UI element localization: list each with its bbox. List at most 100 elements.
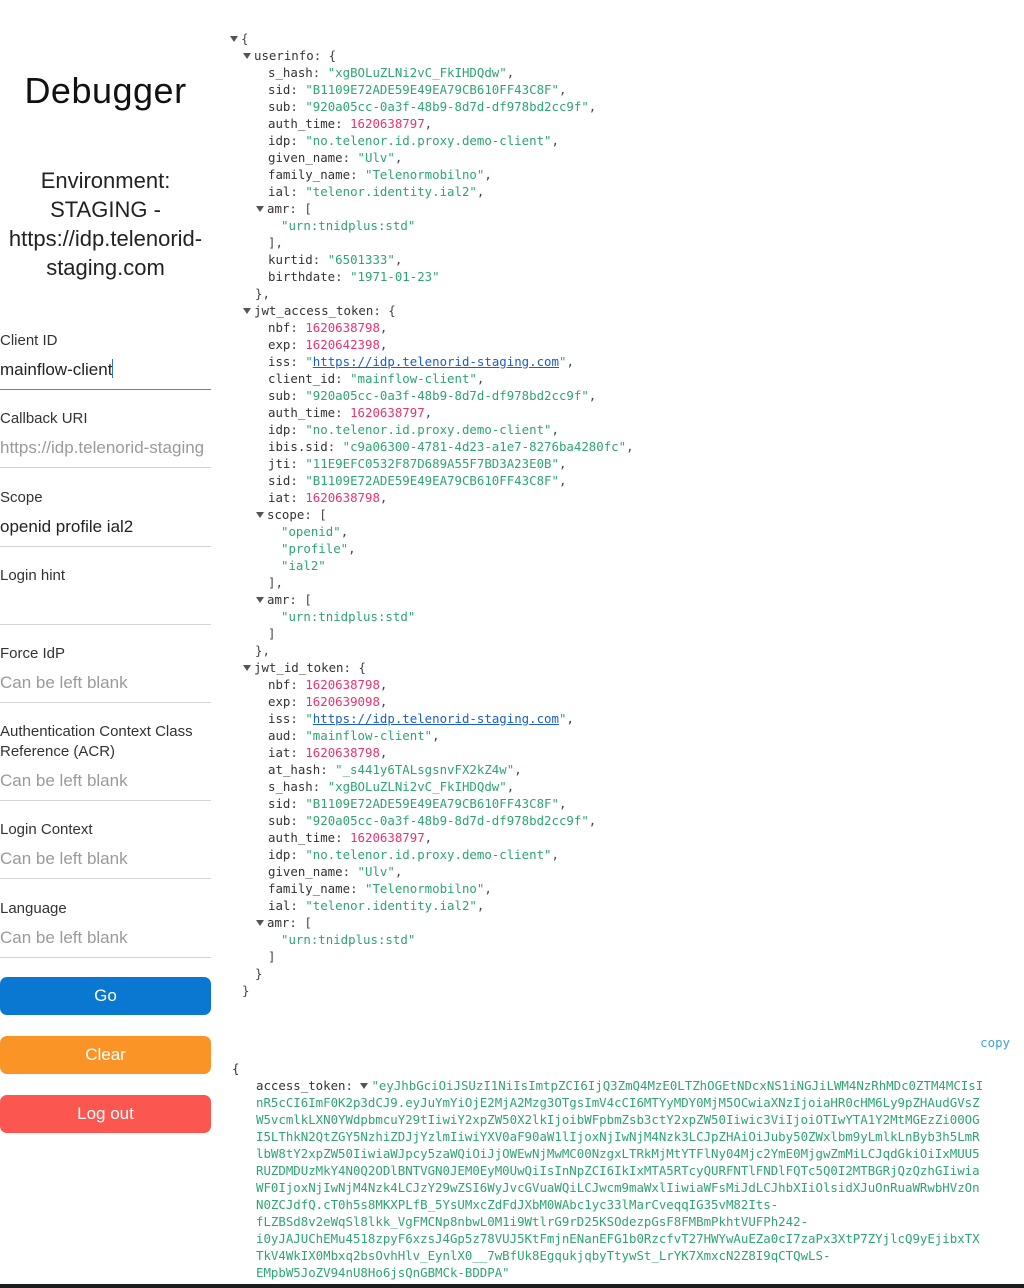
json-string-value: "profile" [281, 541, 349, 556]
json-line: ial: "telenor.identity.ial2", [230, 897, 1020, 914]
callback-uri-input[interactable]: https://idp.telenorid-staging [0, 437, 211, 459]
go-button[interactable]: Go [0, 977, 211, 1015]
json-key: given_name [268, 150, 343, 165]
json-key: amr [267, 915, 290, 930]
collapse-toggle-icon[interactable] [256, 512, 264, 518]
collapse-toggle-icon[interactable] [256, 206, 264, 212]
json-punctuation: ], [268, 235, 283, 250]
json-key: sub [268, 388, 291, 403]
json-comma: , [484, 881, 492, 896]
json-number-value: 1620638798 [305, 677, 380, 692]
json-line: given_name: "Ulv", [230, 863, 1020, 880]
json-line: amr: [ [230, 914, 1020, 931]
collapse-toggle-icon[interactable] [230, 36, 238, 42]
json-comma: , [379, 490, 388, 505]
json-line: aud: "mainflow-client", [230, 727, 1020, 744]
token-key: access_token [256, 1078, 346, 1093]
json-colon: : [290, 728, 306, 743]
json-punctuation: [ [304, 915, 312, 930]
json-string-value: "mainflow-client" [305, 728, 433, 743]
token-open-brace: { [232, 1061, 240, 1076]
input-underline [0, 702, 211, 703]
json-colon: : [335, 371, 351, 386]
json-comma: , [394, 252, 403, 267]
acr-label: Authentication Context Class Reference (A… [0, 723, 193, 760]
json-colon: : [335, 405, 351, 420]
json-key: sid [268, 796, 291, 811]
collapse-toggle-icon[interactable] [243, 53, 251, 59]
json-line: auth_time: 1620638797, [230, 115, 1020, 132]
json-url-link[interactable]: https://idp.telenorid-staging.com [313, 354, 559, 369]
collapse-toggle-icon[interactable] [243, 665, 251, 671]
json-colon: : [290, 711, 306, 726]
login-hint-input[interactable] [0, 594, 211, 616]
json-comma: , [566, 711, 574, 726]
collapse-toggle-icon[interactable] [256, 920, 264, 926]
json-key: given_name [268, 864, 343, 879]
json-comma: , [424, 116, 433, 131]
logout-button[interactable]: Log out [0, 1095, 211, 1133]
json-string-value: "xgBOLuZLNi2vC_FkIHDQdw" [327, 65, 507, 80]
json-comma: , [558, 796, 567, 811]
collapse-toggle-icon[interactable] [360, 1083, 369, 1089]
copy-button[interactable]: copy [980, 1035, 1010, 1050]
json-key: jwt_access_token [254, 303, 374, 318]
json-colon: : [335, 116, 351, 131]
json-key: auth_time [268, 830, 336, 845]
json-line: { [230, 30, 1020, 47]
json-line: scope: [ [230, 506, 1020, 523]
access-token-line: EMpbW5JoZV94nU8Ho6jsQnGBMCk-BDDPA" [256, 1265, 510, 1280]
json-key: s_hash [268, 65, 313, 80]
access-token-line: W5vcmlkLXN0YWdpbmcuY29tIiwiY2xpZW50X2lkI… [256, 1112, 980, 1127]
json-colon: : [290, 694, 306, 709]
login-context-field: Login Context Can be left blank [0, 820, 211, 879]
json-colon: : [327, 439, 343, 454]
json-colon: : [373, 303, 389, 318]
json-line: iss: "https://idp.telenorid-staging.com"… [230, 353, 1020, 370]
json-comma: , [551, 847, 559, 862]
collapse-toggle-icon[interactable] [243, 308, 251, 314]
json-colon: : [312, 65, 328, 80]
login-context-input[interactable]: Can be left blank [0, 848, 211, 870]
force-idp-input[interactable]: Can be left blank [0, 672, 211, 694]
json-line: ial: "telenor.identity.ial2", [230, 183, 1020, 200]
language-input[interactable]: Can be left blank [0, 927, 211, 949]
json-line: nbf: 1620638798, [230, 676, 1020, 693]
language-label: Language [0, 900, 67, 917]
acr-input[interactable]: Can be left blank [0, 770, 211, 792]
scope-input[interactable]: openid profile ial2 [0, 516, 211, 538]
json-line: ] [230, 625, 1020, 642]
json-string-value: "no.telenor.id.proxy.demo-client" [305, 422, 552, 437]
json-comma: , [476, 184, 485, 199]
json-string-value: "B1109E72ADE59E49EA79CB610FF43C8F" [305, 82, 559, 97]
json-colon: : [290, 320, 306, 335]
json-string-value: "xgBOLuZLNi2vC_FkIHDQdw" [327, 779, 507, 794]
json-number-value: 1620642398 [305, 337, 380, 352]
json-key: sub [268, 99, 291, 114]
token-viewer: { access_token: "eyJhbGciOiJSUzI1NiIsImt… [232, 1060, 1022, 1281]
json-comma: , [424, 830, 433, 845]
json-punctuation: } [242, 983, 250, 998]
json-line: sub: "920a05cc-0a3f-48b9-8d7d-df978bd2cc… [230, 98, 1020, 115]
json-colon: : [290, 847, 306, 862]
json-line: iat: 1620638798, [230, 744, 1020, 761]
json-number-value: 1620638797 [350, 405, 425, 420]
json-line: amr: [ [230, 591, 1020, 608]
json-line: s_hash: "xgBOLuZLNi2vC_FkIHDQdw", [230, 778, 1020, 795]
json-comma: , [566, 354, 574, 369]
json-colon: : [290, 422, 306, 437]
json-url-link[interactable]: https://idp.telenorid-staging.com [313, 711, 559, 726]
client-id-input[interactable]: mainflow-client [0, 359, 211, 381]
json-colon: : [312, 252, 328, 267]
json-line: idp: "no.telenor.id.proxy.demo-client", [230, 846, 1020, 863]
json-number-value: 1620639098 [305, 694, 380, 709]
environment-line: https://idp.telenorid- [8, 226, 203, 251]
json-string-value: "c9a06300-4781-4d23-a1e7-8276ba4280fc" [342, 439, 627, 454]
collapse-toggle-icon[interactable] [256, 597, 264, 603]
language-field: Language Can be left blank [0, 899, 211, 958]
json-string-value: "B1109E72ADE59E49EA79CB610FF43C8F" [305, 796, 559, 811]
clear-button[interactable]: Clear [0, 1036, 211, 1074]
json-comma: , [551, 133, 559, 148]
json-colon: : [290, 99, 306, 114]
json-string-value: "_s441y6TALsgsnvFX2kZ4w" [335, 762, 515, 777]
